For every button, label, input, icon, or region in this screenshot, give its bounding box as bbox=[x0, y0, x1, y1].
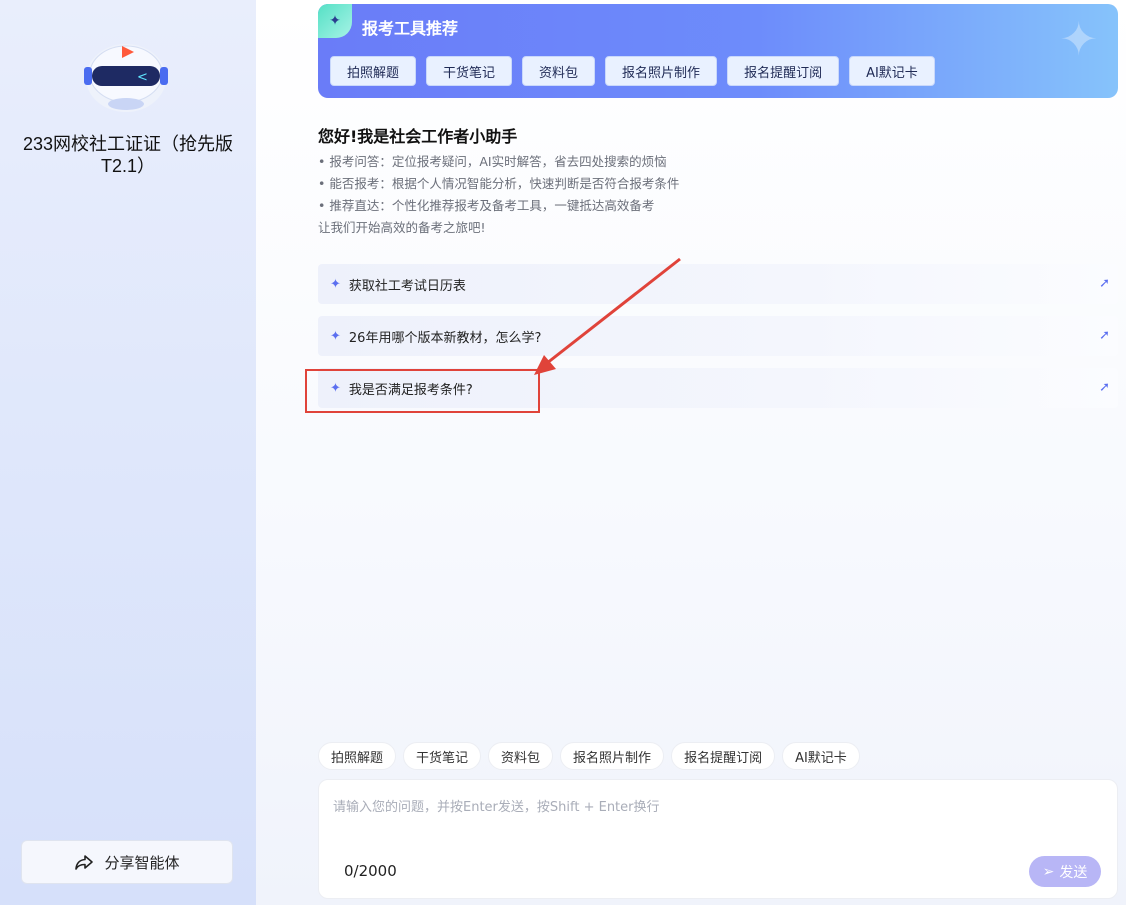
quick-tool-ai-cards[interactable]: AI默记卡 bbox=[782, 742, 860, 770]
banner-tool-notes[interactable]: 干货笔记 bbox=[426, 56, 513, 86]
quick-tool-materials[interactable]: 资料包 bbox=[488, 742, 554, 770]
quick-tool-bar: 拍照解题 干货笔记 资料包 报名照片制作 报名提醒订阅 AI默记卡 bbox=[318, 742, 860, 770]
banner-tool-materials[interactable]: 资料包 bbox=[522, 56, 596, 86]
greeting-line: • 推荐直达：个性化推荐报考及备考工具，一键抵达高效备考 bbox=[318, 198, 655, 213]
suggestion-text: 26年用哪个版本新教材，怎么学? bbox=[348, 330, 542, 346]
question-input[interactable] bbox=[333, 796, 1093, 846]
sidebar: < 233网校社工证证（抢先版T2.1） 分享智能体 bbox=[0, 0, 256, 905]
suggestion-item[interactable]: ✦ 获取社工考试日历表 ➚ bbox=[318, 264, 1118, 304]
robot-avatar-icon: < bbox=[82, 38, 170, 114]
suggestion-list: ✦ 获取社工考试日历表 ➚ ✦ 26年用哪个版本新教材，怎么学? ➚ ✦ 我是否… bbox=[318, 264, 1118, 420]
sparkle-icon: ✦ bbox=[330, 380, 341, 396]
banner-title: 报考工具推荐 bbox=[362, 19, 459, 38]
greeting-line: • 报考问答：定位报考疑问，AI实时解答，省去四处搜索的烦恼 bbox=[318, 154, 667, 169]
greeting-line: • 能否报考：根据个人情况智能分析，快速判断是否符合报考条件 bbox=[318, 176, 680, 191]
chat-input-box: 0/2000 ➢ 发送 bbox=[318, 779, 1118, 899]
banner-tool-photo-solve[interactable]: 拍照解题 bbox=[330, 56, 417, 86]
share-label: 分享智能体 bbox=[104, 853, 180, 872]
paper-plane-icon: ➢ bbox=[1042, 863, 1055, 880]
banner-tool-reminder[interactable]: 报名提醒订阅 bbox=[727, 56, 840, 86]
suggestion-item[interactable]: ✦ 26年用哪个版本新教材，怎么学? ➚ bbox=[318, 316, 1118, 356]
banner-tool-ai-cards[interactable]: AI默记卡 bbox=[849, 56, 935, 86]
suggestion-text: 我是否满足报考条件? bbox=[348, 382, 473, 398]
suggestion-item[interactable]: ✦ 我是否满足报考条件? ➚ bbox=[318, 368, 1118, 408]
star-decoration-icon: ✦ bbox=[1059, 12, 1098, 66]
banner-tool-photo-maker[interactable]: 报名照片制作 bbox=[605, 56, 718, 86]
quick-tool-photo-maker[interactable]: 报名照片制作 bbox=[560, 742, 665, 770]
sparkle-icon: ✦ bbox=[330, 328, 341, 344]
share-arrow-icon bbox=[75, 855, 94, 870]
send-arrow-icon: ➚ bbox=[1099, 328, 1110, 343]
agent-name: 233网校社工证证（抢先版T2.1） bbox=[22, 134, 234, 176]
sparkle-icon: ✦ bbox=[330, 276, 341, 292]
quick-tool-reminder[interactable]: 报名提醒订阅 bbox=[671, 742, 776, 770]
send-arrow-icon: ➚ bbox=[1099, 276, 1110, 291]
greeting-lines: • 报考问答：定位报考疑问，AI实时解答，省去四处搜索的烦恼 • 能否报考：根据… bbox=[318, 151, 679, 239]
char-counter: 0/2000 bbox=[344, 862, 397, 880]
send-button[interactable]: ➢ 发送 bbox=[1029, 856, 1101, 887]
greeting-title: 您好!我是社会工作者小助手 bbox=[318, 127, 518, 146]
send-label: 发送 bbox=[1059, 864, 1088, 881]
main-panel: ✦ 报考工具推荐 ✦ 拍照解题 干货笔记 资料包 报名照片制作 报名提醒订阅 A… bbox=[256, 0, 1126, 905]
svg-text:<: < bbox=[137, 70, 148, 85]
banner-tool-list: 拍照解题 干货笔记 资料包 报名照片制作 报名提醒订阅 AI默记卡 bbox=[330, 56, 935, 86]
quick-tool-photo-solve[interactable]: 拍照解题 bbox=[318, 742, 397, 770]
suggestion-text: 获取社工考试日历表 bbox=[348, 278, 466, 294]
quick-tool-notes[interactable]: 干货笔记 bbox=[403, 742, 482, 770]
sparkle-icon: ✦ bbox=[318, 4, 352, 38]
send-arrow-icon: ➚ bbox=[1099, 380, 1110, 395]
share-agent-button[interactable]: 分享智能体 bbox=[21, 840, 233, 884]
greeting-line: 让我们开始高效的备考之旅吧! bbox=[318, 220, 486, 235]
tool-recommend-banner: ✦ 报考工具推荐 ✦ 拍照解题 干货笔记 资料包 报名照片制作 报名提醒订阅 A… bbox=[318, 4, 1118, 98]
